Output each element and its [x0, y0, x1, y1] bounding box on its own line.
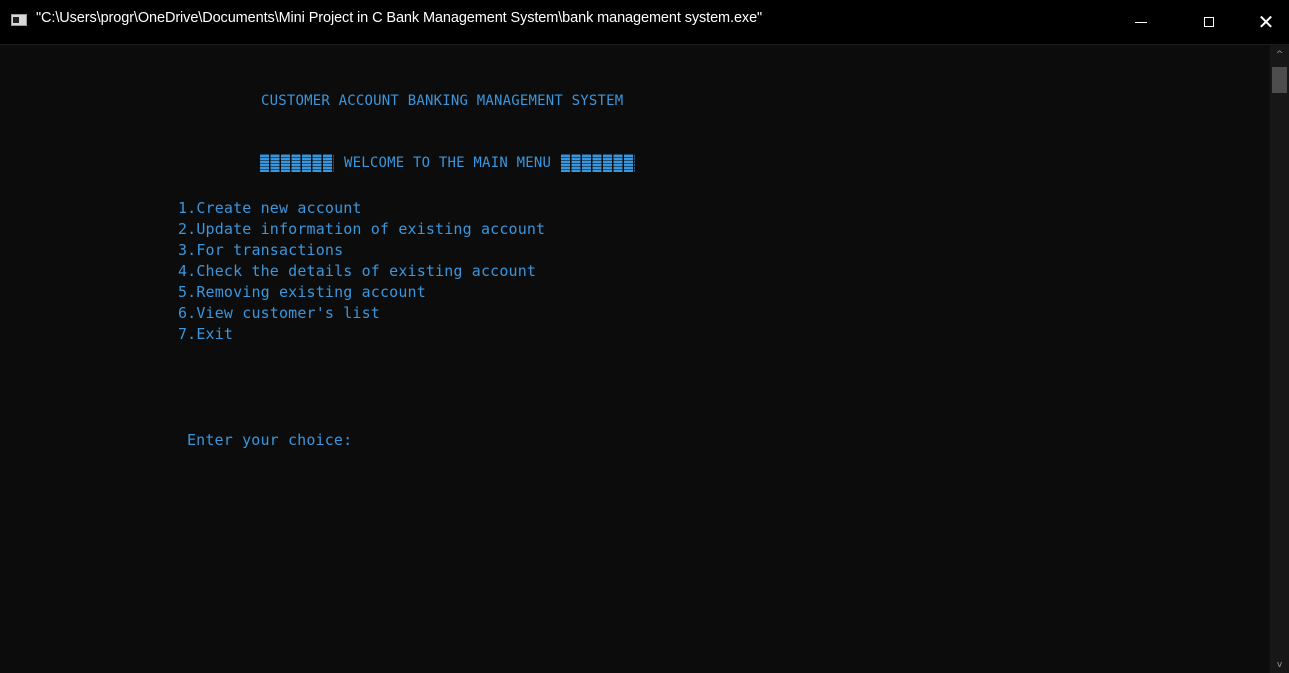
menu-item: 6.View customer's list — [178, 304, 380, 322]
close-icon: ✕ — [1257, 10, 1275, 34]
scroll-up-arrow-icon[interactable]: ^ — [1270, 47, 1289, 63]
scroll-thumb[interactable] — [1272, 67, 1287, 93]
menu-item: 3.For transactions — [178, 241, 344, 259]
system-heading: CUSTOMER ACCOUNT BANKING MANAGEMENT SYST… — [261, 93, 624, 109]
menu-item: 4.Check the details of existing account — [178, 262, 537, 280]
menu-item: 2.Update information of existing account — [178, 220, 546, 238]
menu-item: 5.Removing existing account — [178, 283, 426, 301]
title-bar[interactable]: "C:\Users\progr\OneDrive\Documents\Mini … — [0, 0, 1289, 45]
console-window: "C:\Users\progr\OneDrive\Documents\Mini … — [0, 0, 1289, 673]
choice-prompt: Enter your choice: — [187, 431, 353, 449]
menu-item: 1.Create new account — [178, 199, 362, 217]
block-bar-left-icon — [260, 154, 334, 172]
maximize-button[interactable] — [1186, 0, 1232, 44]
vertical-scrollbar[interactable]: ^ v — [1270, 45, 1289, 673]
minimize-icon — [1135, 21, 1147, 23]
console-window-icon[interactable] — [11, 14, 27, 26]
console-output[interactable]: CUSTOMER ACCOUNT BANKING MANAGEMENT SYST… — [0, 45, 1270, 673]
welcome-text: WELCOME TO THE MAIN MENU — [344, 155, 552, 171]
block-bar-right-icon — [561, 154, 636, 172]
minimize-button[interactable] — [1118, 0, 1164, 44]
welcome-banner: WELCOME TO THE MAIN MENU — [260, 153, 636, 173]
scroll-down-arrow-icon[interactable]: v — [1270, 657, 1289, 673]
close-button[interactable]: ✕ — [1243, 0, 1289, 44]
menu-item: 7.Exit — [178, 325, 234, 343]
main-menu: 1.Create new account 2.Update informatio… — [178, 198, 545, 345]
maximize-icon — [1204, 17, 1214, 27]
window-title: "C:\Users\progr\OneDrive\Documents\Mini … — [36, 10, 763, 26]
